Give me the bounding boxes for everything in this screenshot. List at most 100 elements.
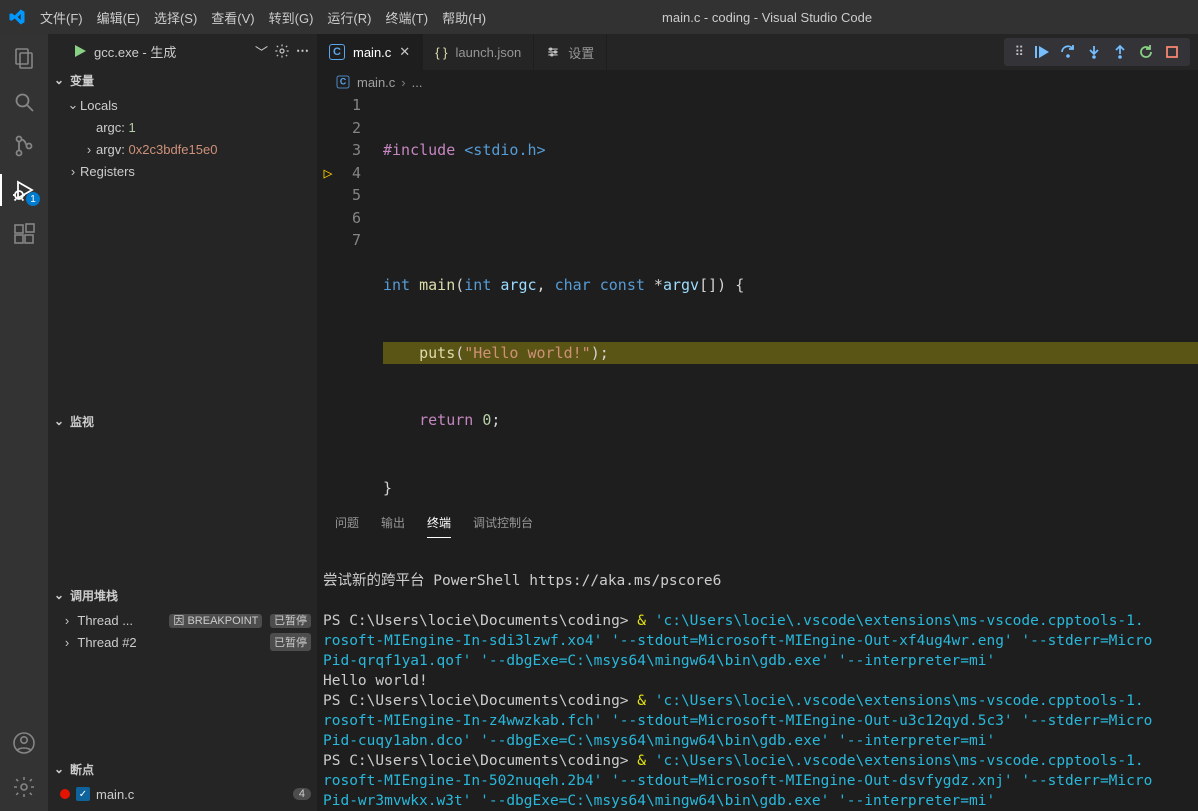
section-variables[interactable]: ⌄ 变量 [48, 68, 317, 92]
drag-grip-icon[interactable]: ⠿ [1014, 45, 1024, 60]
activitybar: 1 [0, 34, 48, 811]
chevron-down-icon: ⌄ [66, 97, 80, 113]
tab-main-c[interactable]: C main.c ✕ [317, 34, 423, 70]
step-out-icon[interactable] [1112, 44, 1128, 60]
debug-config-name[interactable]: gcc.exe - 生成 [94, 42, 249, 61]
callstack-body: › Thread ... 因 BREAKPOINT 已暂停 › Thread #… [48, 607, 317, 757]
thread-1-label: Thread ... [77, 613, 133, 628]
panel-tabs: 问题 输出 终端 调试控制台 [317, 509, 1198, 543]
thread-1-status: 已暂停 [270, 614, 311, 628]
var-argv-value: 0x2c3bdfe15e0 [129, 142, 218, 157]
editor-tabbar: C main.c ✕ { } launch.json 设置 ⠿ [317, 34, 1198, 70]
account-icon[interactable] [10, 729, 38, 757]
scope-registers-title: Registers [80, 164, 135, 179]
settings-icon [546, 45, 560, 59]
config-gear-icon[interactable] [274, 43, 290, 59]
section-breakpoints[interactable]: ⌄ 断点 [48, 757, 317, 781]
scope-registers[interactable]: › Registers [48, 160, 317, 182]
menu-help[interactable]: 帮助(H) [442, 8, 486, 27]
tab-launch-json-label: launch.json [456, 45, 522, 60]
debug-sidebar: gcc.exe - 生成 ﹀ ⋯ ⌄ 变量 ⌄ Locals argc: 1 › [48, 34, 317, 811]
more-actions-icon[interactable]: ⋯ [296, 43, 309, 59]
run-debug-icon[interactable]: 1 [10, 176, 38, 204]
debug-action-bar: ⠿ [1004, 38, 1190, 66]
scope-locals[interactable]: ⌄ Locals [48, 94, 317, 116]
thread-2-label: Thread #2 [77, 635, 136, 650]
panel-tab-problems[interactable]: 问题 [335, 514, 359, 537]
editor-column: C main.c ✕ { } launch.json 设置 ⠿ [317, 34, 1198, 811]
chevron-right-icon: › [401, 75, 405, 90]
step-into-icon[interactable] [1086, 44, 1102, 60]
tab-settings[interactable]: 设置 [534, 34, 607, 70]
chevron-down-icon: ⌄ [52, 762, 66, 776]
thread-1-reason: 因 BREAKPOINT [169, 614, 262, 628]
menu-items: 文件(F) 编辑(E) 选择(S) 查看(V) 转到(G) 运行(R) 终端(T… [36, 8, 486, 27]
watch-body [48, 433, 317, 583]
continue-icon[interactable] [1034, 44, 1050, 60]
section-variables-title: 变量 [70, 72, 94, 89]
stop-icon[interactable] [1164, 44, 1180, 60]
explorer-icon[interactable] [10, 44, 38, 72]
panel-tab-debugconsole[interactable]: 调试控制台 [473, 514, 533, 537]
panel-tab-terminal[interactable]: 终端 [427, 514, 451, 538]
menu-view[interactable]: 查看(V) [211, 8, 254, 27]
var-argc[interactable]: argc: 1 [48, 116, 317, 138]
source-control-icon[interactable] [10, 132, 38, 160]
line-numbers: 1 2 3 4 5 6 7 [339, 94, 377, 508]
menu-file[interactable]: 文件(F) [40, 8, 83, 27]
panel-tab-output[interactable]: 输出 [381, 514, 405, 537]
search-icon[interactable] [10, 88, 38, 116]
chevron-down-icon[interactable]: ﹀ [255, 42, 268, 61]
var-argv-name: argv: [96, 142, 125, 157]
section-watch[interactable]: ⌄ 监视 [48, 409, 317, 433]
breadcrumb[interactable]: C main.c › ... [317, 70, 1198, 94]
debug-badge: 1 [26, 192, 40, 206]
thread-2[interactable]: › Thread #2 已暂停 [48, 631, 317, 653]
menu-select[interactable]: 选择(S) [154, 8, 197, 27]
terminal-body[interactable]: 尝试新的跨平台 PowerShell https://aka.ms/pscore… [317, 543, 1198, 811]
code-editor[interactable]: ▷ 1 2 3 4 5 6 7 #include <stdio.h> int m… [317, 94, 1198, 508]
menu-edit[interactable]: 编辑(E) [97, 8, 140, 27]
start-debug-icon[interactable] [72, 43, 88, 59]
var-argv[interactable]: › argv: 0x2c3bdfe15e0 [48, 138, 317, 160]
current-line-arrow-icon: ▷ [323, 164, 332, 182]
section-breakpoints-title: 断点 [70, 761, 94, 778]
menu-run[interactable]: 运行(R) [327, 8, 371, 27]
menu-goto[interactable]: 转到(G) [269, 8, 314, 27]
c-file-icon: C [329, 44, 345, 60]
menu-term[interactable]: 终端(T) [385, 8, 428, 27]
restart-icon[interactable] [1138, 44, 1154, 60]
chevron-right-icon: › [60, 635, 74, 650]
bottom-panel: 问题 输出 终端 调试控制台 尝试新的跨平台 PowerShell https:… [317, 508, 1198, 811]
chevron-right-icon: › [82, 142, 96, 157]
breadcrumb-file: main.c [357, 75, 395, 90]
tab-settings-label: 设置 [568, 43, 594, 62]
breakpoint-checkbox[interactable]: ✓ [76, 787, 90, 801]
debug-toolbar: gcc.exe - 生成 ﹀ ⋯ [48, 34, 317, 68]
breakpoint-count: 4 [293, 788, 311, 800]
section-watch-title: 监视 [70, 413, 94, 430]
step-over-icon[interactable] [1060, 44, 1076, 60]
window-title: main.c - coding - Visual Studio Code [486, 10, 1198, 25]
scope-locals-title: Locals [80, 98, 118, 113]
var-argc-name: argc: [96, 120, 125, 135]
breakpoint-gutter[interactable]: ▷ [317, 94, 339, 508]
extensions-icon[interactable] [10, 220, 38, 248]
code-lines[interactable]: #include <stdio.h> int main(int argc, ch… [377, 94, 1198, 508]
thread-2-status: 已暂停 [270, 633, 311, 651]
c-file-icon: C [337, 76, 350, 89]
tab-launch-json[interactable]: { } launch.json [423, 34, 534, 70]
breakpoint-main-c[interactable]: ✓ main.c 4 [48, 783, 317, 805]
json-file-icon: { } [435, 45, 447, 60]
section-callstack[interactable]: ⌄ 调用堆栈 [48, 583, 317, 607]
chevron-down-icon: ⌄ [52, 414, 66, 428]
chevron-right-icon: › [66, 164, 80, 179]
menubar: 文件(F) 编辑(E) 选择(S) 查看(V) 转到(G) 运行(R) 终端(T… [0, 0, 1198, 34]
chevron-down-icon: ⌄ [52, 73, 66, 87]
settings-gear-icon[interactable] [10, 773, 38, 801]
breadcrumb-rest: ... [412, 75, 423, 90]
close-icon[interactable]: ✕ [399, 44, 410, 60]
thread-1[interactable]: › Thread ... 因 BREAKPOINT 已暂停 [48, 609, 317, 631]
tab-main-c-label: main.c [353, 45, 391, 60]
breakpoint-file: main.c [96, 787, 134, 802]
